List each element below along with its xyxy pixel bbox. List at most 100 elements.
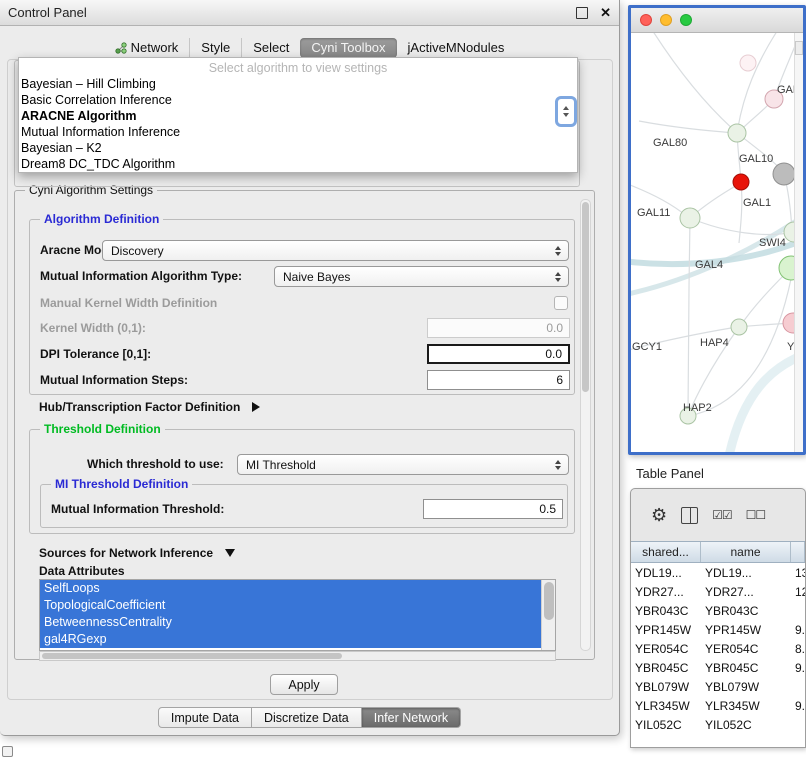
float-window-icon[interactable] xyxy=(576,7,588,19)
spinner-up-icon xyxy=(563,106,569,110)
aracne-mode-dropdown[interactable]: Discovery xyxy=(102,240,569,261)
network-node[interactable] xyxy=(740,55,756,71)
close-icon[interactable]: ✕ xyxy=(600,6,611,19)
network-view-window[interactable]: GAL8 GAL80 GAL10 GAL11 GAL1 SWI4 GAL4 GC… xyxy=(628,5,806,455)
table-row[interactable]: YDR27...YDR27...12 xyxy=(631,582,805,601)
minimize-traffic-light-icon[interactable] xyxy=(660,14,672,26)
attribute-item[interactable]: TopologicalCoefficient xyxy=(40,597,542,614)
algorithm-dropdown-placeholder: Select algorithm to view settings xyxy=(19,60,577,76)
node-label: GAL80 xyxy=(653,137,687,149)
settings-vertical-scrollbar[interactable] xyxy=(580,199,591,651)
focused-spinner-fragment[interactable] xyxy=(555,96,577,127)
network-node[interactable] xyxy=(680,208,700,228)
table-cell: YLR345W xyxy=(701,696,791,715)
network-node[interactable] xyxy=(731,319,747,335)
deselect-all-checkboxes-icon[interactable]: ☐☐ xyxy=(746,509,766,521)
table-row[interactable]: YDL19...YDL19...13 xyxy=(631,563,805,582)
table-row[interactable]: YBL079WYBL079W xyxy=(631,677,805,696)
kernel-width-field[interactable]: 0.0 xyxy=(427,318,570,338)
table-cell: YBL079W xyxy=(631,677,701,696)
manual-kernel-checkbox[interactable] xyxy=(554,296,568,310)
network-window-titlebar[interactable] xyxy=(631,8,803,33)
mi-threshold-label: Mutual Information Threshold: xyxy=(51,499,224,520)
network-node[interactable] xyxy=(779,256,794,280)
table-row[interactable]: YIL052CYIL052C xyxy=(631,715,805,734)
table-row[interactable]: YLR345WYLR345W9. xyxy=(631,696,805,715)
node-label: GAL11 xyxy=(637,207,670,219)
table-row[interactable]: YBR043CYBR043C xyxy=(631,601,805,620)
column-header-shared-name[interactable]: shared... xyxy=(631,542,701,562)
which-threshold-label: Which threshold to use: xyxy=(87,454,224,475)
scrollbar-thumb[interactable] xyxy=(544,582,554,620)
mi-steps-label: Mutual Information Steps: xyxy=(40,370,188,391)
scrollbar-thumb[interactable] xyxy=(582,202,589,392)
node-label: HAP2 xyxy=(683,402,712,414)
hub-definition-label: Hub/Transcription Factor Definition xyxy=(39,400,240,414)
table-cell: YDL19... xyxy=(631,563,701,582)
dpi-tolerance-field[interactable]: 0.0 xyxy=(427,344,570,364)
control-panel-tabs: Network Style Select Cyni Toolbox jActiv… xyxy=(0,37,619,59)
algorithm-option[interactable]: Mutual Information Inference xyxy=(19,124,577,140)
table-row[interactable]: YBR045CYBR045C9. xyxy=(631,658,805,677)
table-cell: 12 xyxy=(791,582,805,601)
apply-button[interactable]: Apply xyxy=(270,674,338,695)
zoom-traffic-light-icon[interactable] xyxy=(680,14,692,26)
which-threshold-dropdown[interactable]: MI Threshold xyxy=(237,454,569,475)
table-cell: YDL19... xyxy=(701,563,791,582)
network-node[interactable] xyxy=(728,124,746,142)
tab-network[interactable]: Network xyxy=(104,38,190,58)
tab-impute-data[interactable]: Impute Data xyxy=(158,707,252,728)
attribute-item[interactable]: SelfLoops xyxy=(40,580,542,597)
chevron-down-icon xyxy=(225,549,235,557)
table-body: YDL19...YDL19...13YDR27...YDR27...12YBR0… xyxy=(631,563,805,748)
table-cell: 9. xyxy=(791,620,805,639)
scrollbar-button[interactable] xyxy=(795,41,803,55)
close-traffic-light-icon[interactable] xyxy=(640,14,652,26)
control-panel-titlebar[interactable]: Control Panel ✕ xyxy=(0,0,619,26)
select-all-checkboxes-icon[interactable]: ☑☑ xyxy=(712,509,732,521)
algorithm-option[interactable]: Bayesian – K2 xyxy=(19,140,577,156)
network-vertical-scrollbar[interactable] xyxy=(794,33,803,455)
tray-icon[interactable] xyxy=(2,746,13,757)
table-row[interactable]: YER054CYER054C8. xyxy=(631,639,805,658)
tab-cyni-toolbox[interactable]: Cyni Toolbox xyxy=(300,38,396,58)
column-header-clipped[interactable] xyxy=(791,542,805,562)
network-node[interactable] xyxy=(783,313,794,333)
network-graph: GAL8 GAL80 GAL10 GAL11 GAL1 SWI4 GAL4 GC… xyxy=(631,33,794,455)
algorithm-option[interactable]: Bayesian – Hill Climbing xyxy=(19,76,577,92)
gear-icon[interactable]: ⚙ xyxy=(651,506,667,524)
mi-threshold-definition-title: MI Threshold Definition xyxy=(51,477,192,491)
columns-icon[interactable] xyxy=(681,507,698,524)
mi-steps-field[interactable]: 6 xyxy=(427,370,570,390)
data-attributes-listbox[interactable]: SelfLoopsTopologicalCoefficientBetweenne… xyxy=(39,579,556,651)
algorithm-option[interactable]: Basic Correlation Inference xyxy=(19,92,577,108)
tab-style[interactable]: Style xyxy=(189,38,241,58)
algorithm-option[interactable]: Dream8 DC_TDC Algorithm xyxy=(19,156,577,172)
manual-kernel-label: Manual Kernel Width Definition xyxy=(40,293,217,314)
cyni-algorithm-settings-group: Cyni Algorithm Settings Algorithm Defini… xyxy=(14,190,595,660)
tab-infer-network[interactable]: Infer Network xyxy=(362,707,461,728)
tab-select[interactable]: Select xyxy=(241,38,300,58)
network-canvas[interactable]: GAL8 GAL80 GAL10 GAL11 GAL1 SWI4 GAL4 GC… xyxy=(631,33,803,455)
attribute-item[interactable]: gal4RGexp xyxy=(40,631,542,648)
table-panel-window: ⚙ ☑☑ ☐☐ shared... name YDL19...YDL19...1… xyxy=(630,488,806,748)
tab-discretize-data[interactable]: Discretize Data xyxy=(252,707,362,728)
mi-type-dropdown[interactable]: Naive Bayes xyxy=(274,266,569,287)
combo-stepper-icon xyxy=(555,460,561,470)
algorithm-option[interactable]: ARACNE Algorithm xyxy=(19,108,577,124)
attributes-vertical-scrollbar[interactable] xyxy=(541,580,555,650)
attribute-item[interactable]: BetweennessCentrality xyxy=(40,614,542,631)
hub-definition-toggle[interactable]: Hub/Transcription Factor Definition xyxy=(39,397,260,418)
network-node-selected[interactable] xyxy=(733,174,749,190)
network-node[interactable] xyxy=(773,163,794,185)
tab-jactivemodules[interactable]: jActiveMNodules xyxy=(397,38,516,58)
node-label: GAL10 xyxy=(739,153,773,165)
column-header-name[interactable]: name xyxy=(701,542,791,562)
attributes-horizontal-scrollbar[interactable] xyxy=(39,651,556,661)
table-cell: 13 xyxy=(791,563,805,582)
which-threshold-value: MI Threshold xyxy=(246,458,316,472)
mi-threshold-field[interactable]: 0.5 xyxy=(423,499,563,519)
table-row[interactable]: YPR145WYPR145W9. xyxy=(631,620,805,639)
scrollbar-thumb[interactable] xyxy=(42,653,342,659)
threshold-definition-group: Threshold Definition Which threshold to … xyxy=(29,429,575,534)
